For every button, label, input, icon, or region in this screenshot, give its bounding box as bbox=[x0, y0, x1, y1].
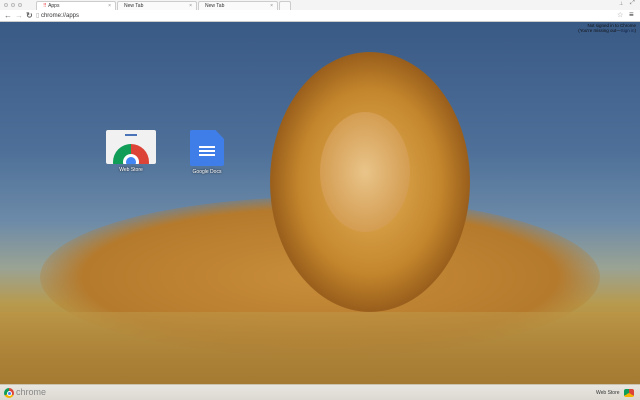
close-tab-icon[interactable]: × bbox=[189, 2, 192, 10]
minimize-window-button[interactable] bbox=[11, 3, 15, 7]
menu-icon[interactable]: ≡ bbox=[629, 10, 634, 19]
toolbar: ← → ↻ ▯ chrome://apps ☆ ≡ bbox=[0, 10, 640, 22]
signin-promo: Not signed in to Chrome (You're missing … bbox=[578, 23, 636, 33]
close-window-button[interactable] bbox=[4, 3, 8, 7]
tab-new-tab[interactable]: New Tab × bbox=[198, 1, 278, 10]
forward-button[interactable]: → bbox=[15, 11, 23, 20]
app-google-docs[interactable]: Google Docs bbox=[177, 130, 237, 175]
chrome-logo-icon bbox=[4, 388, 14, 398]
tab-apps[interactable]: ⠿ Apps × bbox=[36, 1, 116, 10]
google-docs-icon bbox=[190, 130, 224, 166]
app-launcher-bar: chrome Web Store bbox=[0, 384, 640, 400]
chrome-web-store-icon bbox=[106, 130, 156, 164]
back-button[interactable]: ← bbox=[4, 11, 12, 20]
launcher-web-store-label[interactable]: Web Store bbox=[596, 390, 620, 396]
tab-strip: ⠿ Apps × New Tab × New Tab × ⊥ ⤢ bbox=[0, 0, 640, 10]
bookmark-star-icon[interactable]: ☆ bbox=[617, 11, 623, 19]
close-tab-icon[interactable]: × bbox=[108, 2, 111, 10]
chrome-logo-text: chrome bbox=[16, 387, 47, 397]
address-bar[interactable]: ▯ chrome://apps bbox=[36, 11, 626, 21]
restore-window-icon[interactable]: ⤢ bbox=[630, 0, 635, 7]
apps-page: Not signed in to Chrome (You're missing … bbox=[0, 22, 640, 384]
maximize-window-button[interactable] bbox=[18, 3, 22, 7]
app-web-store[interactable]: Web Store bbox=[101, 130, 161, 173]
web-store-icon[interactable] bbox=[624, 389, 634, 397]
reload-button[interactable]: ↻ bbox=[26, 11, 33, 20]
close-tab-icon[interactable]: × bbox=[270, 2, 273, 10]
new-tab-button[interactable] bbox=[279, 1, 291, 10]
sign-in-link[interactable]: Sign in bbox=[621, 28, 635, 33]
profile-icon[interactable]: ⊥ bbox=[619, 1, 623, 7]
tab-new-tab[interactable]: New Tab × bbox=[117, 1, 197, 10]
